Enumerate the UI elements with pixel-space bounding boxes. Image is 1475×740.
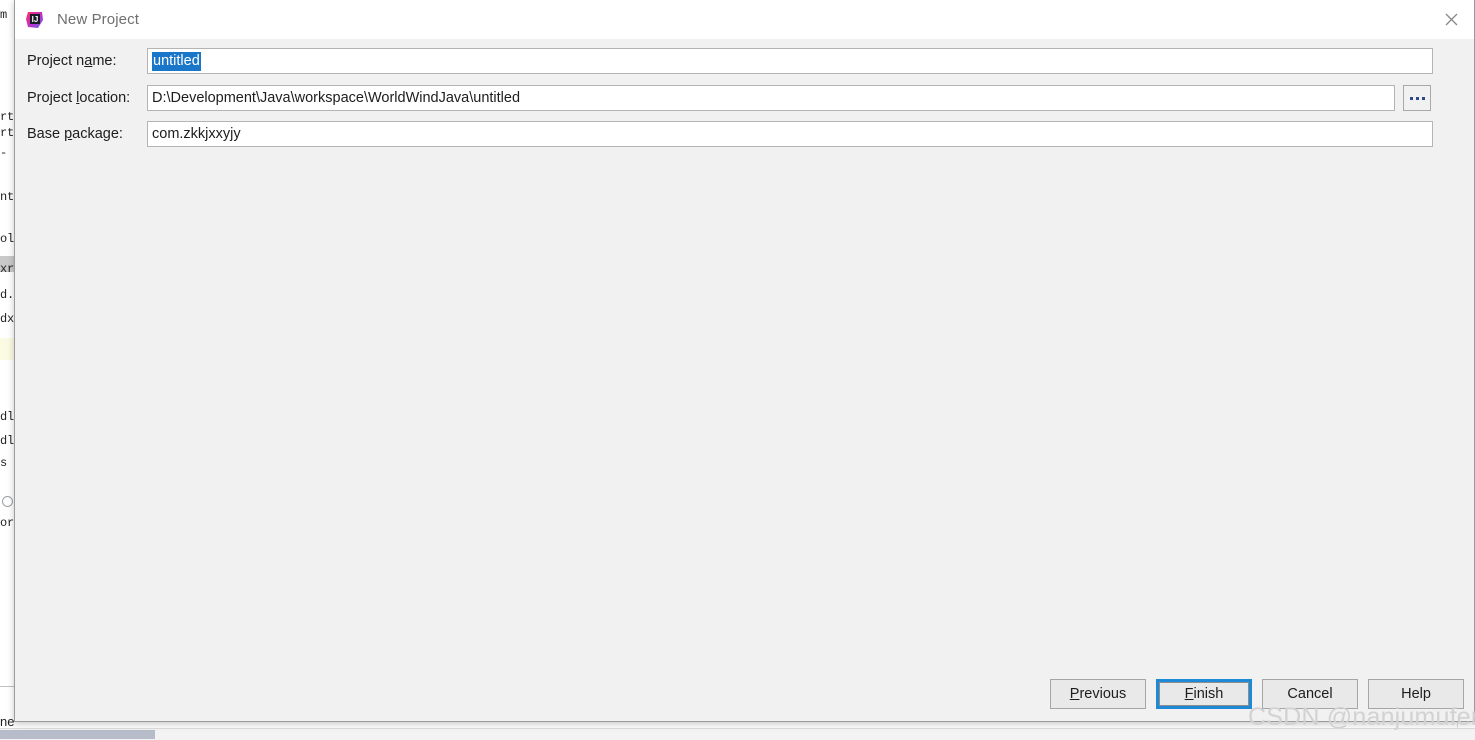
editor-code-fragment: ol: [0, 232, 14, 246]
button-label: inish: [1193, 686, 1224, 702]
label-text-before: Project n: [27, 53, 85, 69]
close-icon: [1445, 13, 1457, 25]
panel-divider: [0, 686, 14, 687]
intellij-idea-icon: IJ: [26, 11, 43, 28]
editor-code-fragment: or: [0, 516, 14, 530]
editor-code-fragment: xr: [0, 262, 14, 276]
base-package-label: Base package:: [27, 126, 147, 142]
project-name-input[interactable]: untitled: [147, 48, 1433, 74]
button-mnemonic: H: [1401, 686, 1412, 702]
project-name-label: Project name:: [27, 53, 147, 69]
dialog-title: New Project: [57, 11, 139, 28]
browse-folder-button[interactable]: [1403, 85, 1431, 111]
project-location-value: D:\Development\Java\workspace\WorldWindJ…: [152, 90, 521, 106]
button-label: revious: [1079, 686, 1127, 702]
base-package-value: com.zkkjxxyjy: [152, 126, 241, 142]
close-button[interactable]: [1428, 0, 1474, 38]
base-package-input[interactable]: com.zkkjxxyjy: [147, 121, 1433, 147]
editor-gutter-circle-icon: [2, 496, 13, 507]
project-name-value: untitled: [152, 51, 201, 71]
previous-button[interactable]: Previous: [1050, 679, 1146, 709]
editor-code-fragment: dl: [0, 434, 14, 448]
ide-left-sliver: ne m rt. rt. - nt ol xr d. dx dl dl s or: [0, 0, 14, 740]
button-mnemonic: F: [1184, 686, 1194, 702]
ellipsis-dot-icon: [1415, 96, 1419, 100]
svg-text:IJ: IJ: [32, 15, 39, 24]
button-label: ancel: [1297, 686, 1333, 702]
editor-code-fragment: s: [0, 456, 8, 470]
label-text-before: Base: [27, 126, 65, 142]
label-text-after: ackage:: [72, 126, 123, 142]
scrollbar-thumb[interactable]: [0, 730, 155, 739]
label-text-after: me:: [92, 53, 117, 69]
button-mnemonic: C: [1287, 686, 1298, 702]
ellipsis-dot-icon: [1409, 96, 1413, 100]
editor-code-fragment: dx: [0, 312, 14, 326]
label-text-after: ocation:: [79, 90, 131, 106]
editor-code-fragment: dl: [0, 410, 14, 424]
editor-code-fragment: rt.: [0, 126, 14, 140]
dialog-titlebar[interactable]: IJ New Project: [15, 0, 1474, 39]
project-location-row: Project location: D:\Development\Java\wo…: [15, 85, 1474, 111]
label-mnemonic: p: [64, 126, 73, 142]
ellipsis-dot-icon: [1421, 96, 1425, 100]
csdn-watermark: CSDN @nanjumufeng: [1248, 703, 1475, 731]
ide-bottom-label: ne: [0, 714, 14, 729]
project-name-row: Project name: untitled: [15, 48, 1474, 74]
label-text-before: Project: [27, 90, 77, 106]
project-location-input[interactable]: D:\Development\Java\workspace\WorldWindJ…: [147, 85, 1395, 111]
new-project-dialog: IJ New Project Project name: untitled Pr…: [14, 0, 1475, 722]
editor-code-fragment: d.: [0, 288, 14, 302]
editor-code-fragment: nt: [0, 190, 14, 204]
editor-code-fragment: rt.: [0, 110, 14, 124]
finish-button-inner: Finish: [1159, 682, 1249, 706]
button-mnemonic: P: [1069, 686, 1080, 702]
button-label: elp: [1411, 686, 1431, 702]
project-location-label: Project location:: [27, 90, 147, 106]
editor-code-fragment: -: [0, 146, 8, 160]
base-package-row: Base package: com.zkkjxxyjy: [15, 121, 1474, 147]
editor-highlight-line: [0, 338, 14, 360]
finish-button[interactable]: Finish: [1156, 679, 1252, 709]
editor-code-fragment: m: [0, 8, 8, 22]
